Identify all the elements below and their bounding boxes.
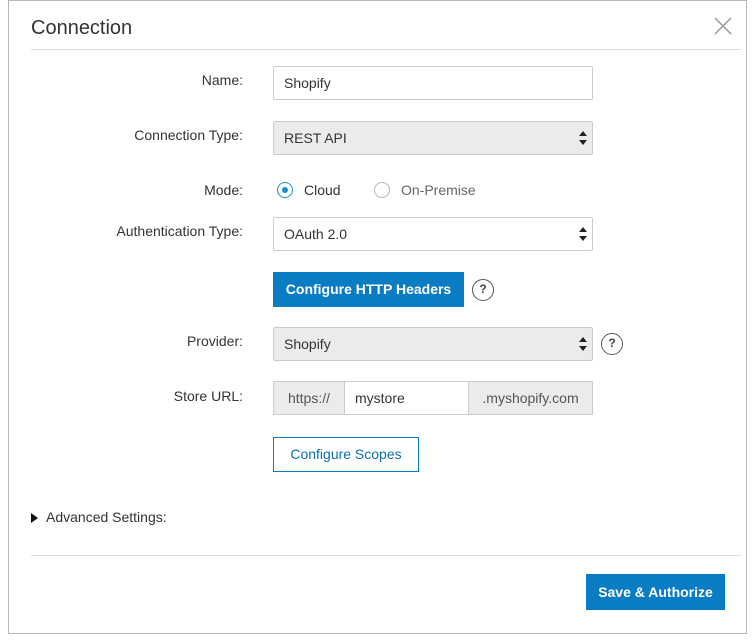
radio-on-premise-label[interactable]: On-Premise: [401, 182, 476, 198]
radio-cloud-label[interactable]: Cloud: [304, 182, 341, 198]
connection-type-value: REST API: [284, 130, 347, 146]
dialog-title: Connection: [31, 17, 133, 39]
triangle-right-icon: [31, 513, 38, 523]
store-url-suffix: .myshopify.com: [468, 381, 593, 415]
configure-scopes-button[interactable]: Configure Scopes: [273, 437, 419, 472]
connection-dialog: Connection Name: Shopify Connection Type…: [8, 0, 747, 634]
provider-help-icon[interactable]: ?: [601, 333, 623, 355]
close-icon[interactable]: [711, 14, 735, 38]
auth-type-select[interactable]: OAuth 2.0: [273, 217, 593, 251]
advanced-settings-label: Advanced Settings:: [46, 509, 167, 525]
mode-label: Mode:: [204, 182, 243, 198]
chevron-updown-icon: [579, 131, 587, 145]
radio-on-premise[interactable]: [374, 182, 390, 198]
provider-select[interactable]: Shopify: [273, 327, 593, 361]
help-icon[interactable]: ?: [472, 279, 494, 301]
auth-type-value: OAuth 2.0: [284, 226, 348, 242]
provider-label: Provider:: [186, 333, 243, 349]
store-url-input[interactable]: mystore: [344, 381, 469, 415]
store-url-prefix: https://: [273, 381, 345, 415]
chevron-updown-icon: [579, 227, 587, 241]
header-divider: [31, 49, 741, 50]
configure-http-headers-button[interactable]: Configure HTTP Headers: [273, 272, 464, 307]
advanced-settings-toggle[interactable]: Advanced Settings:: [31, 509, 167, 525]
radio-cloud[interactable]: [277, 182, 293, 198]
name-label: Name:: [201, 72, 243, 88]
save-authorize-button[interactable]: Save & Authorize: [586, 574, 725, 610]
name-input[interactable]: Shopify: [273, 66, 593, 100]
connection-type-select[interactable]: REST API: [273, 121, 593, 155]
store-url-label: Store URL:: [173, 388, 243, 404]
chevron-updown-icon: [579, 337, 587, 351]
footer-divider: [31, 555, 741, 556]
provider-value: Shopify: [284, 336, 331, 352]
connection-type-label: Connection Type:: [134, 127, 243, 143]
auth-type-label: Authentication Type:: [116, 223, 243, 239]
